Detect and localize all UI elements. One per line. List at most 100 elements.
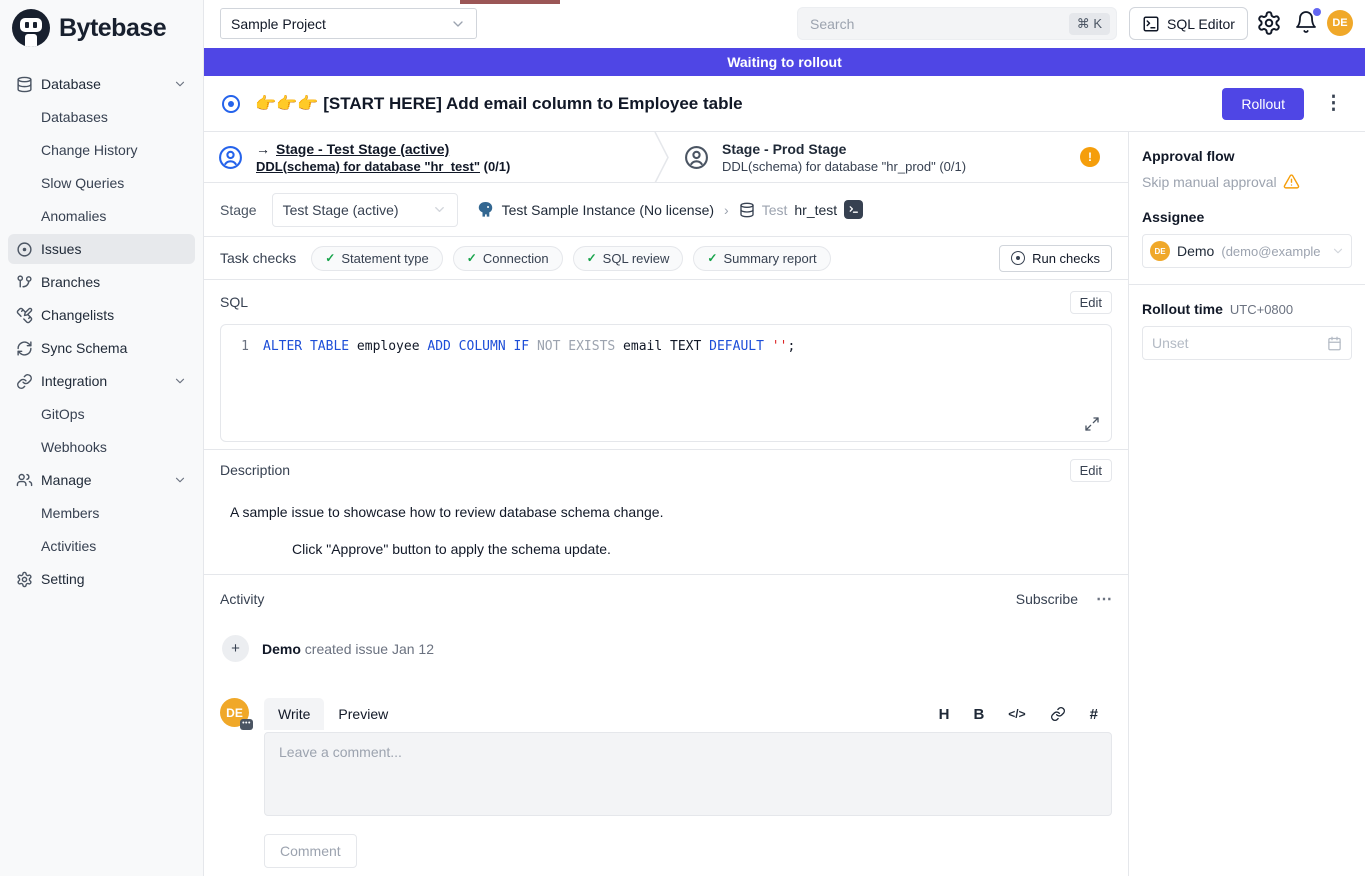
sidebar-item-gitops[interactable]: GitOps bbox=[8, 399, 195, 429]
database-breadcrumb: Test Sample Instance (No license) › Test… bbox=[476, 200, 864, 219]
check-pill-summary-report[interactable]: ✓Summary report bbox=[693, 246, 830, 271]
approval-status: Skip manual approval bbox=[1142, 173, 1352, 190]
sql-editor-label: SQL Editor bbox=[1167, 16, 1235, 32]
chevron-down-icon bbox=[450, 16, 466, 32]
stage-test-count: (0/1) bbox=[480, 159, 510, 174]
comment-composer: DE ••• Write Preview H B </> # Comment bbox=[220, 698, 1112, 868]
comment-submit-button[interactable]: Comment bbox=[264, 834, 357, 868]
check-pill-sql-review[interactable]: ✓SQL review bbox=[573, 246, 684, 271]
sql-edit-button[interactable]: Edit bbox=[1070, 291, 1112, 314]
main-content: →Stage - Test Stage (active) DDL(schema)… bbox=[204, 132, 1128, 876]
rollout-time-label: Rollout time bbox=[1142, 301, 1223, 317]
check-pill-statement-type[interactable]: ✓Statement type bbox=[311, 246, 443, 271]
check-pill-connection[interactable]: ✓Connection bbox=[453, 246, 563, 271]
circle-dot-icon bbox=[16, 241, 33, 258]
sidebar-item-issues[interactable]: Issues bbox=[8, 234, 195, 264]
stage-prod-task: DDL(schema) for database "hr_prod" (0/1) bbox=[722, 159, 966, 174]
stage-label: Stage bbox=[220, 202, 257, 218]
plus-icon: + bbox=[222, 635, 249, 662]
code-icon[interactable]: </> bbox=[1008, 707, 1025, 721]
sidebar-item-database[interactable]: Database bbox=[8, 69, 195, 99]
check-pills: ✓Statement type ✓Connection ✓SQL review … bbox=[311, 246, 830, 271]
instance-link[interactable]: Test Sample Instance (No license) bbox=[502, 202, 714, 218]
task-checks-row: Task checks ✓Statement type ✓Connection … bbox=[204, 237, 1128, 280]
warning-badge-icon: ! bbox=[1080, 147, 1100, 167]
sidebar-item-sync-schema[interactable]: Sync Schema bbox=[8, 333, 195, 363]
bytebase-logo-icon bbox=[12, 9, 50, 47]
sql-label: SQL bbox=[220, 294, 248, 310]
person-circle-icon bbox=[684, 145, 709, 170]
sidebar-item-manage[interactable]: Manage bbox=[8, 465, 195, 495]
assignee-email: (demo@example bbox=[1221, 244, 1324, 259]
search-input[interactable]: Search ⌘ K bbox=[797, 7, 1117, 40]
open-sql-editor-icon[interactable] bbox=[844, 200, 863, 219]
sidebar-item-members[interactable]: Members bbox=[8, 498, 195, 528]
stage-dropdown-value: Test Stage (active) bbox=[283, 202, 399, 218]
issue-title: 👉👉👉 [START HERE] Add email column to Emp… bbox=[255, 94, 743, 114]
brand-name: Bytebase bbox=[59, 14, 166, 43]
link-icon[interactable] bbox=[1050, 706, 1066, 722]
description-section-header: Description Edit bbox=[204, 450, 1128, 490]
kebab-menu-icon[interactable]: ⋮ bbox=[1324, 94, 1343, 113]
git-branch-icon bbox=[16, 274, 33, 291]
heading-icon[interactable]: H bbox=[939, 706, 950, 723]
sidebar-item-setting[interactable]: Setting bbox=[8, 564, 195, 594]
user-avatar[interactable]: DE bbox=[1327, 10, 1353, 36]
tab-write[interactable]: Write bbox=[264, 698, 324, 730]
assignee-select[interactable]: DE Demo (demo@example bbox=[1142, 234, 1352, 268]
left-sidebar: Bytebase Database Databases Change Histo… bbox=[0, 0, 204, 876]
line-number: 1 bbox=[221, 337, 263, 357]
run-checks-button[interactable]: Run checks bbox=[999, 245, 1112, 272]
sidebar-item-databases[interactable]: Databases bbox=[8, 102, 195, 132]
brand-logo[interactable]: Bytebase bbox=[0, 0, 203, 55]
notifications-bell-icon[interactable] bbox=[1294, 10, 1320, 36]
activity-label: Activity bbox=[220, 591, 264, 607]
sql-statement: ALTER TABLE employee ADD COLUMN IF NOT E… bbox=[263, 337, 795, 357]
timezone-label: UTC+0800 bbox=[1230, 302, 1293, 317]
editor-toolbar: Write Preview H B </> # bbox=[264, 698, 1112, 730]
database-icon bbox=[739, 202, 755, 218]
database-link[interactable]: hr_test bbox=[794, 202, 837, 218]
sidebar-item-slow-queries[interactable]: Slow Queries bbox=[8, 168, 195, 198]
bold-icon[interactable]: B bbox=[973, 706, 984, 723]
sidebar-item-changelists[interactable]: Changelists bbox=[8, 300, 195, 330]
description-edit-button[interactable]: Edit bbox=[1070, 459, 1112, 482]
sync-icon bbox=[16, 340, 33, 357]
search-shortcut-badge: ⌘ K bbox=[1069, 13, 1110, 35]
rollout-time-input[interactable]: Unset bbox=[1142, 326, 1352, 360]
comment-textarea[interactable] bbox=[264, 732, 1112, 816]
pencil-ruler-icon bbox=[16, 307, 33, 324]
stage-card-test[interactable]: →Stage - Test Stage (active) DDL(schema)… bbox=[204, 132, 654, 182]
expand-icon[interactable] bbox=[1084, 416, 1100, 432]
sidebar-item-change-history[interactable]: Change History bbox=[8, 135, 195, 165]
sql-section-header: SQL Edit bbox=[204, 280, 1128, 324]
activity-entry-text: Demo created issue Jan 12 bbox=[262, 641, 434, 657]
settings-gear-icon[interactable] bbox=[1256, 10, 1282, 36]
sidebar-item-branches[interactable]: Branches bbox=[8, 267, 195, 297]
hash-icon[interactable]: # bbox=[1090, 706, 1098, 723]
activity-header: Activity Subscribe ⋯ bbox=[204, 575, 1128, 609]
subscribe-button[interactable]: Subscribe bbox=[1016, 591, 1078, 607]
sidebar-item-anomalies[interactable]: Anomalies bbox=[8, 201, 195, 231]
person-circle-icon bbox=[218, 145, 243, 170]
description-line-2: Click "Approve" button to apply the sche… bbox=[204, 520, 1128, 557]
assignee-label: Assignee bbox=[1142, 209, 1352, 225]
project-selector[interactable]: Sample Project bbox=[220, 8, 477, 39]
terminal-icon bbox=[1142, 15, 1160, 33]
sidebar-item-activities[interactable]: Activities bbox=[8, 531, 195, 561]
stage-test-title: Stage - Test Stage (active) bbox=[276, 141, 449, 157]
sidebar-item-webhooks[interactable]: Webhooks bbox=[8, 432, 195, 462]
tab-preview[interactable]: Preview bbox=[324, 698, 402, 730]
sidebar-item-integration[interactable]: Integration bbox=[8, 366, 195, 396]
check-icon: ✓ bbox=[325, 251, 335, 265]
ellipsis-menu-icon[interactable]: ⋯ bbox=[1096, 589, 1112, 609]
task-checks-label: Task checks bbox=[220, 250, 296, 266]
chevron-down-icon bbox=[1331, 244, 1345, 258]
rollout-button[interactable]: Rollout bbox=[1222, 88, 1304, 120]
stage-card-prod[interactable]: Stage - Prod Stage DDL(schema) for datab… bbox=[670, 132, 1128, 182]
warning-triangle-icon bbox=[1283, 173, 1300, 190]
sql-code-block[interactable]: 1 ALTER TABLE employee ADD COLUMN IF NOT… bbox=[220, 324, 1112, 442]
stage-dropdown[interactable]: Test Stage (active) bbox=[272, 193, 458, 227]
sidebar-nav: Database Databases Change History Slow Q… bbox=[0, 55, 203, 594]
sql-editor-button[interactable]: SQL Editor bbox=[1129, 7, 1248, 40]
